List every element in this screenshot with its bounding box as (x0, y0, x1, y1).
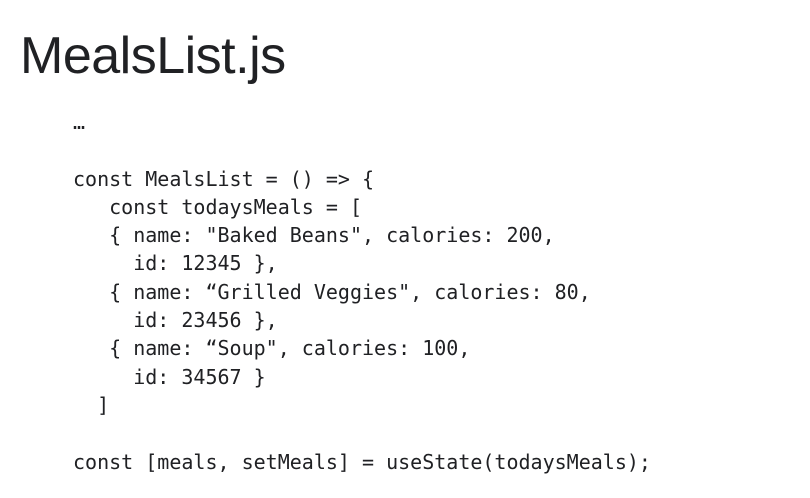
code-line-array-close: ] (73, 392, 110, 417)
code-line-meal-3-id: id: 34567 } (73, 364, 266, 389)
code-line-meal-1-id: id: 12345 }, (73, 251, 278, 276)
code-block: … const MealsList = () => { const todays… (73, 108, 651, 476)
code-line-use-state: const [meals, setMeals] = useState(today… (73, 449, 651, 474)
code-line-meal-3-name: { name: “Soup", calories: 100, (73, 336, 471, 361)
slide-title: MealsList.js (20, 27, 286, 85)
code-line-function-declaration: const MealsList = () => { (73, 166, 375, 191)
code-line-array-declaration: const todaysMeals = [ (73, 194, 362, 219)
code-line-meal-2-name: { name: “Grilled Veggies", calories: 80, (73, 279, 591, 304)
code-line-meal-1-name: { name: "Baked Beans", calories: 200, (73, 223, 555, 248)
code-line-meal-2-id: id: 23456 }, (73, 308, 278, 333)
slide: MealsList.js … const MealsList = () => {… (0, 0, 810, 498)
code-line-ellipsis: … (73, 110, 86, 134)
